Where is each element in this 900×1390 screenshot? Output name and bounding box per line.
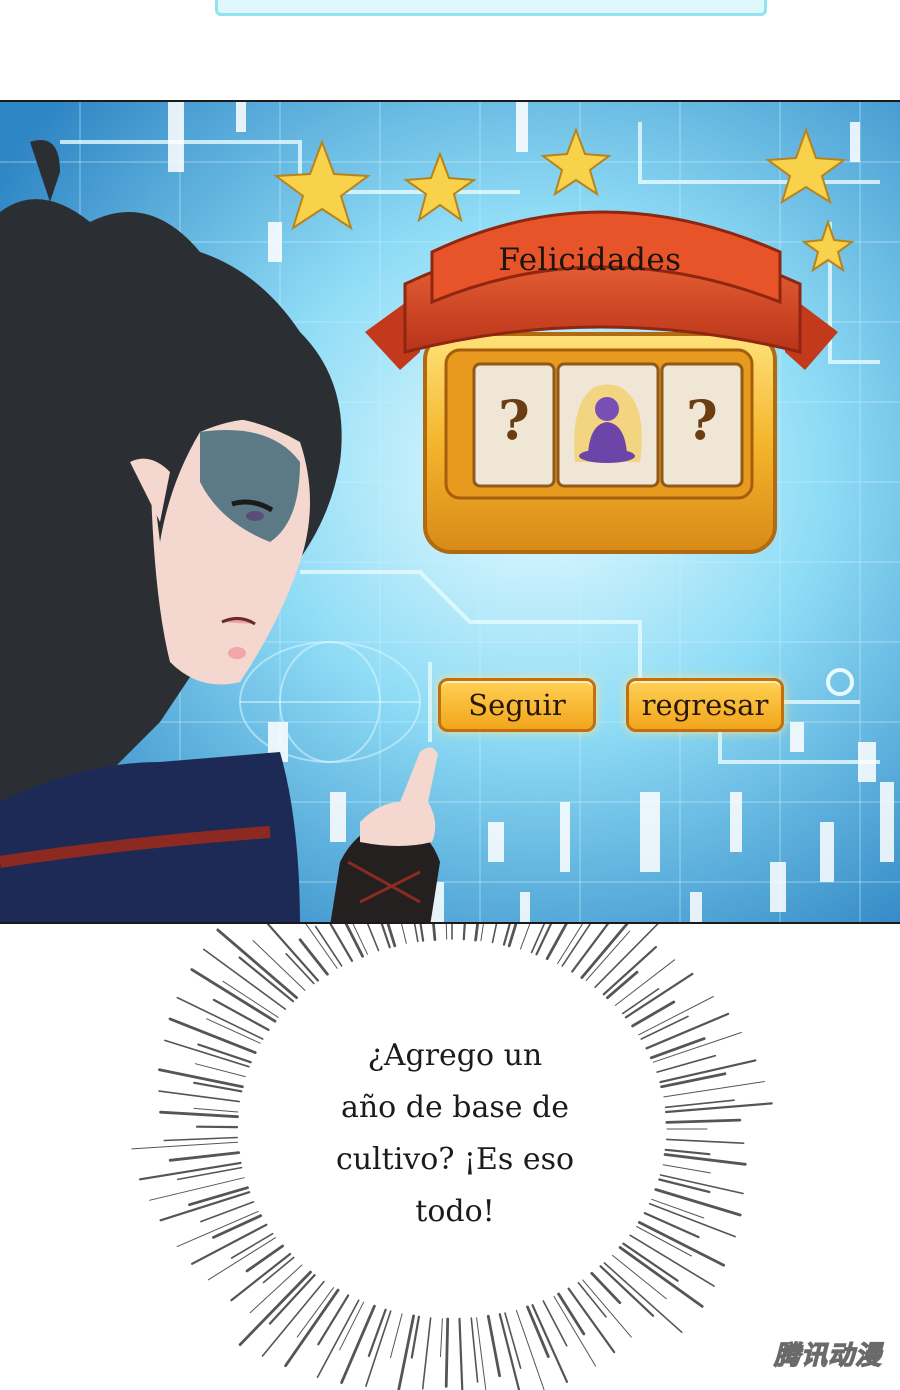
burst-ray — [397, 1314, 416, 1390]
burst-ray — [413, 924, 419, 943]
burst-ray — [577, 1281, 607, 1318]
slot-symbol-right: ? — [686, 388, 718, 452]
burst-ray — [486, 1314, 502, 1378]
burst-ray — [432, 924, 437, 942]
burst-ray — [498, 1313, 521, 1390]
burst-ray — [168, 1017, 257, 1055]
burst-ray — [344, 924, 365, 958]
panel-artwork — [0, 102, 900, 922]
burst-ray — [470, 1317, 479, 1383]
burst-ray — [158, 1090, 240, 1103]
slot-symbol-left: ? — [498, 388, 530, 452]
burst-ray — [606, 970, 639, 1000]
burst-ray — [476, 1317, 487, 1390]
burst-ray — [440, 1318, 443, 1358]
burst-ray — [664, 1148, 711, 1156]
burst-ray — [665, 1118, 742, 1124]
burst-ray — [268, 1274, 316, 1325]
burst-ray — [177, 1166, 243, 1181]
watermark-logo: 腾讯动漫 — [773, 1340, 882, 1371]
burst-ray — [590, 1271, 622, 1305]
burst-ray — [305, 924, 338, 969]
burst-ray — [663, 1153, 747, 1166]
burst-ray — [535, 924, 553, 956]
burst-ray — [658, 1178, 711, 1194]
burst-ray — [462, 924, 466, 941]
burst-ray — [340, 1304, 376, 1385]
burst-ray — [194, 1063, 246, 1078]
burst-ray — [652, 1032, 742, 1063]
burst-ray — [445, 924, 448, 940]
previous-panel-frame — [215, 0, 767, 16]
comic-panel: Felicidades ? ? — [0, 100, 900, 924]
continue-button[interactable]: Seguir — [438, 678, 596, 732]
burst-ray — [557, 1292, 586, 1336]
burst-ray — [629, 1234, 715, 1287]
burst-ray — [664, 1102, 773, 1114]
burst-ray — [659, 1059, 757, 1084]
burst-ray — [390, 1313, 403, 1359]
burst-ray — [245, 1244, 285, 1273]
dialogue-line: ¿Agrego un — [367, 1038, 543, 1073]
dialogue-line: todo! — [415, 1194, 495, 1229]
burst-ray — [298, 938, 329, 976]
burst-ray — [561, 924, 592, 967]
burst-ray — [665, 1138, 745, 1144]
burst-ray — [662, 1164, 711, 1174]
burst-ray — [159, 1110, 239, 1119]
speech-bubble-text: ¿Agrego un año de base de cultivo? ¡Es e… — [250, 1030, 660, 1238]
burst-ray — [163, 1136, 238, 1142]
banner-title: Felicidades — [498, 242, 682, 278]
dialogue-line: cultivo? ¡Es eso — [335, 1142, 575, 1177]
burst-ray — [365, 1310, 392, 1388]
burst-ray — [366, 924, 380, 952]
burst-ray — [553, 1295, 597, 1367]
burst-ray — [222, 980, 279, 1018]
burst-ray — [131, 1141, 238, 1150]
burst-ray — [545, 924, 568, 960]
burst-ray — [421, 1317, 432, 1390]
burst-ray — [285, 952, 315, 985]
burst-ray — [314, 925, 343, 967]
burst-ray — [585, 930, 631, 981]
burst-ray — [622, 1242, 679, 1282]
burst-ray — [159, 1191, 251, 1222]
burst-ray — [168, 1151, 241, 1162]
burst-ray — [621, 988, 660, 1015]
burst-ray — [193, 1107, 239, 1113]
burst-ray — [458, 1317, 464, 1390]
burst-ray — [149, 1177, 245, 1201]
burst-ray — [480, 924, 484, 942]
burst-ray — [176, 1210, 259, 1248]
back-button[interactable]: regresar — [626, 678, 784, 732]
burst-ray — [631, 1000, 676, 1028]
burst-ray — [444, 1317, 450, 1388]
dialogue-line: año de base de — [340, 1090, 570, 1125]
